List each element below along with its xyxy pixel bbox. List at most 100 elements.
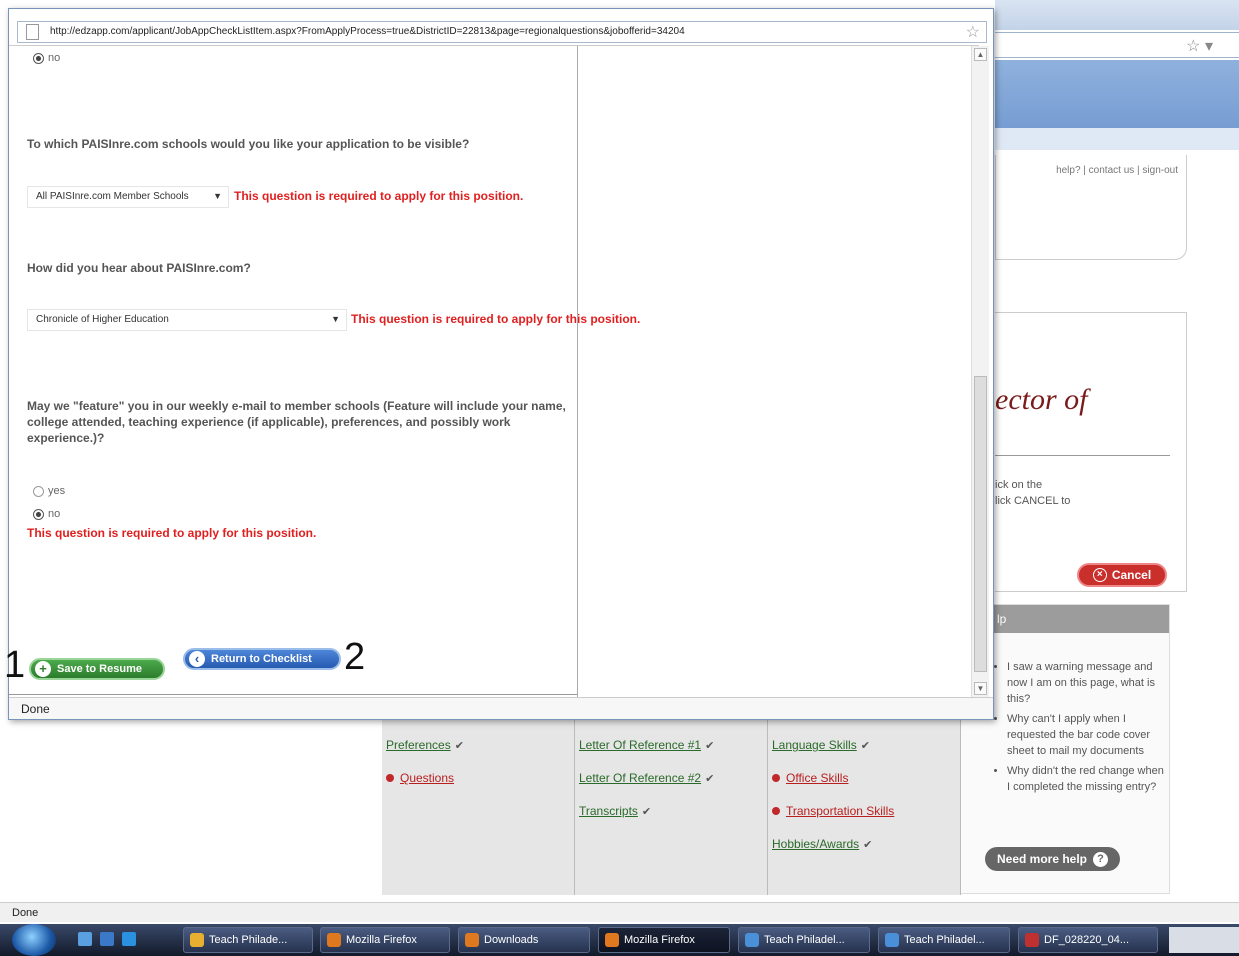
browser-tab-strip — [995, 0, 1239, 30]
bookmark-star-icon[interactable]: ☆ ▾ — [1186, 36, 1213, 56]
quicklaunch-mail-icon[interactable] — [100, 932, 114, 946]
site-nav-bar — [995, 128, 1239, 150]
annotation-label-1: 1 — [4, 644, 26, 686]
instructions-line: lick CANCEL to — [995, 495, 1071, 507]
checklist-item: Preferences ✔ — [386, 738, 464, 752]
checklist-item-link[interactable]: Questions — [400, 771, 454, 785]
referral-source-select-value: Chronicle of Higher Education — [36, 314, 169, 325]
checklist-item: Transportation Skills — [772, 804, 894, 818]
checkmark-icon: ✔ — [454, 740, 464, 752]
radio-button[interactable] — [33, 508, 44, 520]
checklist-item-link[interactable]: Letter Of Reference #1 — [579, 738, 701, 752]
column-divider — [577, 46, 578, 698]
taskbar-button[interactable]: Mozilla Firefox — [320, 927, 450, 953]
title-divider — [995, 455, 1170, 456]
popup-url: http://edzapp.com/applicant/JobAppCheckL… — [50, 26, 685, 37]
taskbar-button-label: DF_028220_04... — [1044, 934, 1130, 946]
checklist-item-link[interactable]: Preferences — [386, 738, 451, 752]
checklist-item-link[interactable]: Hobbies/Awards — [772, 837, 859, 851]
cancel-label: Cancel — [1111, 568, 1152, 582]
checklist-item-link[interactable]: Letter Of Reference #2 — [579, 771, 701, 785]
required-message: This question is required to apply for t… — [351, 312, 641, 326]
checklist-item: Office Skills — [772, 771, 848, 785]
popup-window: http://edzapp.com/applicant/JobAppCheckL… — [8, 8, 994, 720]
application-checklist: Preferences ✔ Questions Letter Of Referenc… — [382, 720, 961, 895]
help-item[interactable]: I saw a warning message and now I am on … — [1007, 659, 1165, 707]
checklist-item: Questions — [386, 771, 454, 785]
referral-source-select[interactable]: Chronicle of Higher Education ▼ — [27, 309, 347, 331]
system-tray[interactable] — [1169, 927, 1239, 953]
annotation-label-2: 2 — [344, 636, 366, 678]
checklist-item-link[interactable]: Transcripts — [579, 804, 638, 818]
checklist-item: Letter Of Reference #2 ✔ — [579, 771, 714, 785]
taskbar-button[interactable]: DF_028220_04... — [1018, 927, 1158, 953]
arrow-left-icon: ‹ — [189, 651, 205, 667]
scrollbar-thumb[interactable] — [974, 376, 987, 672]
taskbar-button[interactable]: Teach Philadel... — [738, 927, 870, 953]
job-title-panel: ector of ick on the lick CANCEL to — [995, 312, 1187, 592]
radio-label: no — [48, 508, 61, 520]
required-message: This question is required to apply for t… — [27, 526, 317, 540]
popup-status-bar: Done — [9, 697, 993, 719]
chevron-down-icon: ▼ — [213, 191, 222, 201]
radio-button[interactable] — [33, 52, 44, 64]
taskbar-button-label: Mozilla Firefox — [346, 934, 417, 946]
help-item[interactable]: Why didn't the red change when I complet… — [1007, 763, 1165, 795]
return-to-checklist-label: Return to Checklist — [211, 653, 312, 665]
quicklaunch-ie-icon[interactable] — [122, 932, 136, 946]
feature-yes-option[interactable]: yes — [33, 485, 65, 497]
show-desktop-icon[interactable] — [78, 932, 92, 946]
app-icon — [465, 933, 479, 947]
checkmark-icon: ✔ — [641, 806, 652, 818]
scroll-up-icon[interactable]: ▲ — [974, 48, 987, 61]
help-item[interactable]: Why can't I apply when I requested the b… — [1007, 711, 1165, 759]
checklist-column: Letter Of Reference #1 ✔ Letter Of Referen… — [575, 720, 768, 895]
cancel-button[interactable]: × Cancel — [1077, 563, 1167, 587]
cancel-icon: × — [1092, 568, 1107, 582]
popup-address-bar[interactable]: http://edzapp.com/applicant/JobAppCheckL… — [17, 21, 987, 43]
taskbar-button[interactable]: Teach Philade... — [183, 927, 313, 953]
taskbar-button-label: Teach Philadel... — [904, 934, 985, 946]
need-more-help-button[interactable]: Need more help ? — [985, 847, 1120, 871]
start-button-icon[interactable] — [12, 924, 56, 956]
app-icon — [745, 933, 759, 947]
question-feature-email: May we "feature" you in our weekly e-mai… — [27, 399, 566, 445]
previous-answer-no[interactable]: no — [33, 52, 60, 64]
checklist-item: Letter Of Reference #1 ✔ — [579, 738, 714, 752]
popup-content: no To which PAISInre.com schools would y… — [9, 45, 989, 698]
checklist-item-link[interactable]: Office Skills — [786, 771, 848, 785]
taskbar-button[interactable]: Downloads — [458, 927, 590, 953]
radio-button[interactable] — [33, 485, 44, 497]
browser-status-bar: Done — [0, 902, 1239, 922]
checklist-item-link[interactable]: Language Skills — [772, 738, 857, 752]
site-header-box: help? | contact us | sign-out — [995, 155, 1187, 260]
checkmark-icon: ✔ — [863, 839, 873, 851]
checklist-item-link[interactable]: Transportation Skills — [786, 804, 894, 818]
page-icon — [26, 24, 39, 40]
radio-label: yes — [48, 485, 66, 497]
taskbar-button-label: Downloads — [484, 934, 539, 946]
app-icon — [885, 933, 899, 947]
visibility-select-value: All PAISInre.com Member Schools — [36, 191, 189, 202]
vertical-scrollbar[interactable]: ▲ ▼ — [971, 46, 989, 698]
windows-taskbar: Teach Philade... Mozilla Firefox Downloads… — [0, 924, 1239, 956]
taskbar-button[interactable]: Mozilla Firefox — [598, 927, 730, 953]
taskbar-button[interactable]: Teach Philadel... — [878, 927, 1010, 953]
question-visibility: To which PAISInre.com schools would you … — [27, 137, 470, 151]
checkmark-icon: ✔ — [705, 740, 715, 752]
checklist-column: Preferences ✔ Questions — [382, 720, 575, 895]
browser-address-bar[interactable]: ☆ ▾ — [995, 32, 1239, 58]
return-to-checklist-button[interactable]: ‹ Return to Checklist — [183, 648, 341, 670]
save-to-resume-button[interactable]: + Save to Resume — [29, 658, 165, 680]
missing-dot-icon — [386, 774, 394, 782]
checkmark-icon: ✔ — [705, 773, 715, 785]
save-to-resume-label: Save to Resume — [57, 663, 142, 675]
visibility-select[interactable]: All PAISInre.com Member Schools ▼ — [27, 186, 229, 208]
feature-no-option[interactable]: no — [33, 508, 60, 520]
bookmark-star-icon[interactable]: ☆ — [966, 22, 980, 42]
checklist-item: Hobbies/Awards ✔ — [772, 837, 872, 851]
header-links[interactable]: help? | contact us | sign-out — [1056, 165, 1178, 176]
scroll-down-icon[interactable]: ▼ — [974, 682, 987, 695]
content-divider — [9, 694, 577, 695]
question-referral-source: How did you hear about PAISInre.com? — [27, 261, 251, 275]
